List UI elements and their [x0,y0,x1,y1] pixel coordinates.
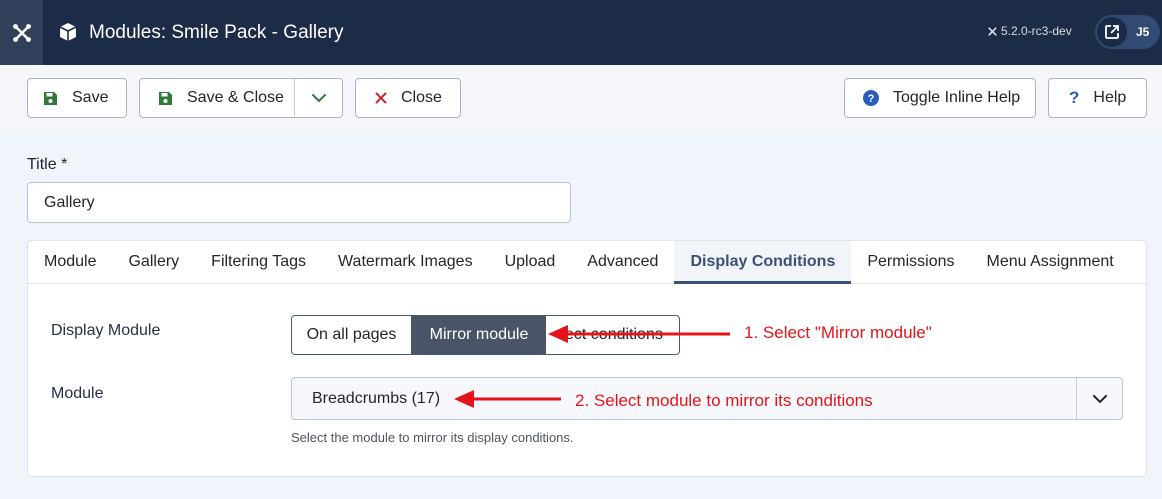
arrow-to-mirror-option [548,325,730,343]
annotation-step-1: 1. Select "Mirror module" [744,323,932,342]
annotation-step-2: 2. Select module to mirror its condition… [575,391,873,410]
annotation-arrows [454,325,730,408]
arrow-to-module-select [454,390,561,408]
